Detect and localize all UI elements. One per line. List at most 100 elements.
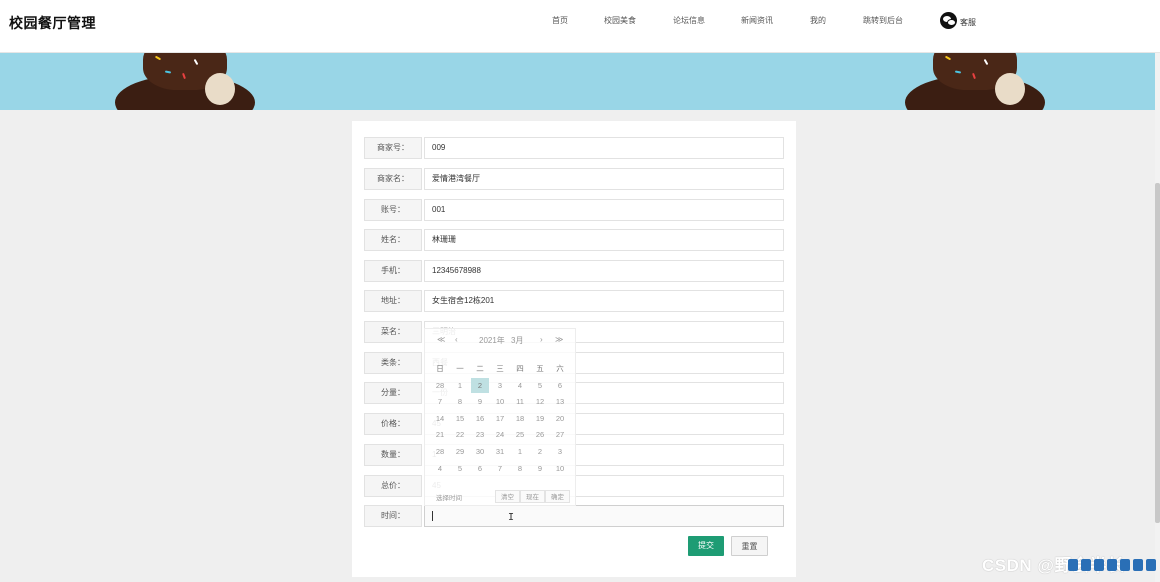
- day-cell[interactable]: 17: [491, 411, 509, 426]
- day-cell-selected[interactable]: 2: [471, 377, 489, 393]
- day-cell[interactable]: 29: [451, 444, 469, 459]
- prev-year-icon[interactable]: ≪: [437, 335, 445, 344]
- confirm-button[interactable]: 确定: [545, 490, 570, 503]
- month-label[interactable]: 3月: [511, 335, 523, 346]
- date-picker-footer: 选择时间 清空 现在 确定: [425, 489, 577, 505]
- nav-admin[interactable]: 跳转到后台: [863, 15, 903, 26]
- scrollbar-thumb[interactable]: [1155, 183, 1160, 523]
- field-label: 账号：: [364, 199, 422, 221]
- clear-button[interactable]: 清空: [495, 490, 520, 503]
- day-cell[interactable]: 11: [511, 394, 529, 409]
- account-input[interactable]: 001: [424, 199, 784, 221]
- day-cell[interactable]: 9: [531, 461, 549, 476]
- day-cell[interactable]: 5: [451, 461, 469, 476]
- toolbar-icon[interactable]: [1146, 559, 1156, 571]
- weekday-header: 五: [536, 364, 544, 373]
- name-input[interactable]: 林珊珊: [424, 229, 784, 251]
- day-cell[interactable]: 19: [531, 411, 549, 426]
- day-cell[interactable]: 7: [491, 461, 509, 476]
- day-cell[interactable]: 22: [451, 427, 469, 442]
- toolbar-icon[interactable]: [1081, 559, 1091, 571]
- day-cell[interactable]: 4: [431, 461, 449, 476]
- day-cell[interactable]: 6: [551, 378, 569, 393]
- day-cell[interactable]: 6: [471, 461, 489, 476]
- day-cell[interactable]: 10: [491, 394, 509, 409]
- field-label: 商家号：: [364, 137, 422, 159]
- form-row-account: 账号： 001: [364, 199, 784, 221]
- nav-home[interactable]: 首页: [552, 15, 568, 26]
- text-cursor-icon: I: [508, 512, 515, 523]
- day-cell[interactable]: 12: [531, 394, 549, 409]
- field-label: 商家名：: [364, 168, 422, 190]
- day-cell[interactable]: 24: [491, 427, 509, 442]
- day-cell[interactable]: 25: [511, 427, 529, 442]
- weekday-header: 四: [516, 364, 524, 373]
- day-cell[interactable]: 14: [431, 411, 449, 426]
- day-cell[interactable]: 31: [491, 444, 509, 459]
- field-label: 菜名：: [364, 321, 422, 343]
- day-cell[interactable]: 26: [531, 427, 549, 442]
- nav-news[interactable]: 新闻资讯: [741, 15, 773, 26]
- main-nav: 首页 校园美食 论坛信息 新闻资讯 我的 跳转到后台: [0, 15, 1160, 29]
- merchant-no-input[interactable]: 009: [424, 137, 784, 159]
- weekday-header: 日: [436, 364, 444, 373]
- day-cell[interactable]: 8: [451, 394, 469, 409]
- day-cell[interactable]: 16: [471, 411, 489, 426]
- day-cell[interactable]: 2: [531, 444, 549, 459]
- time-input[interactable]: [424, 505, 784, 527]
- day-cell[interactable]: 30: [471, 444, 489, 459]
- day-cell[interactable]: 28: [431, 378, 449, 393]
- top-header: 校园餐厅管理 首页 校园美食 论坛信息 新闻资讯 我的 跳转到后台 客服: [0, 0, 1160, 53]
- now-button[interactable]: 现在: [520, 490, 545, 503]
- day-cell[interactable]: 3: [491, 378, 509, 393]
- day-cell[interactable]: 20: [551, 411, 569, 426]
- address-input[interactable]: 女生宿舍12栋201: [424, 290, 784, 312]
- day-cell[interactable]: 23: [471, 427, 489, 442]
- day-cell[interactable]: 3: [551, 444, 569, 459]
- toolbar-icon[interactable]: [1120, 559, 1130, 571]
- day-cell[interactable]: 1: [451, 378, 469, 393]
- form-row-phone: 手机： 12345678988: [364, 260, 784, 282]
- customer-service[interactable]: 客服: [940, 12, 976, 29]
- service-label: 客服: [960, 18, 976, 27]
- day-cell[interactable]: 18: [511, 411, 529, 426]
- form-row-name: 姓名： 林珊珊: [364, 229, 784, 251]
- day-cell[interactable]: 15: [451, 411, 469, 426]
- nav-forum[interactable]: 论坛信息: [673, 15, 705, 26]
- page-scrollbar[interactable]: [1155, 53, 1160, 582]
- day-cell[interactable]: 8: [511, 461, 529, 476]
- day-cell[interactable]: 10: [551, 461, 569, 476]
- toolbar-icon[interactable]: [1107, 559, 1117, 571]
- select-time-link[interactable]: 选择时间: [436, 492, 462, 502]
- day-cell[interactable]: 1: [511, 444, 529, 459]
- next-month-icon[interactable]: ›: [540, 335, 543, 344]
- field-label: 类条：: [364, 352, 422, 374]
- date-picker-header: ≪ ‹ 2021年 3月 › ≫: [425, 335, 577, 349]
- next-year-icon[interactable]: ≫: [555, 335, 563, 344]
- day-cell[interactable]: 4: [511, 378, 529, 393]
- toolbar-icon[interactable]: [1068, 559, 1078, 571]
- submit-button[interactable]: 提交: [688, 536, 724, 556]
- floating-toolbar[interactable]: [1068, 559, 1160, 573]
- day-cell[interactable]: 5: [531, 378, 549, 393]
- day-cell[interactable]: 9: [471, 394, 489, 409]
- reset-button[interactable]: 重置: [731, 536, 768, 556]
- day-cell[interactable]: 21: [431, 427, 449, 442]
- phone-input[interactable]: 12345678988: [424, 260, 784, 282]
- field-label: 时间：: [364, 505, 422, 527]
- toolbar-icon[interactable]: [1094, 559, 1104, 571]
- day-cell[interactable]: 13: [551, 394, 569, 409]
- wechat-icon: [940, 12, 957, 29]
- nav-mine[interactable]: 我的: [810, 15, 826, 26]
- day-cell[interactable]: 28: [431, 444, 449, 459]
- weekday-header: 三: [496, 364, 504, 373]
- field-label: 姓名：: [364, 229, 422, 251]
- day-cell[interactable]: 27: [551, 427, 569, 442]
- nav-campus-food[interactable]: 校园美食: [604, 15, 636, 26]
- prev-month-icon[interactable]: ‹: [455, 335, 458, 344]
- day-cell[interactable]: 7: [431, 394, 449, 409]
- year-label[interactable]: 2021年: [479, 335, 505, 346]
- toolbar-icon[interactable]: [1133, 559, 1143, 571]
- weekday-header: 二: [476, 364, 484, 373]
- merchant-name-input[interactable]: 爱情港湾餐厅: [424, 168, 784, 190]
